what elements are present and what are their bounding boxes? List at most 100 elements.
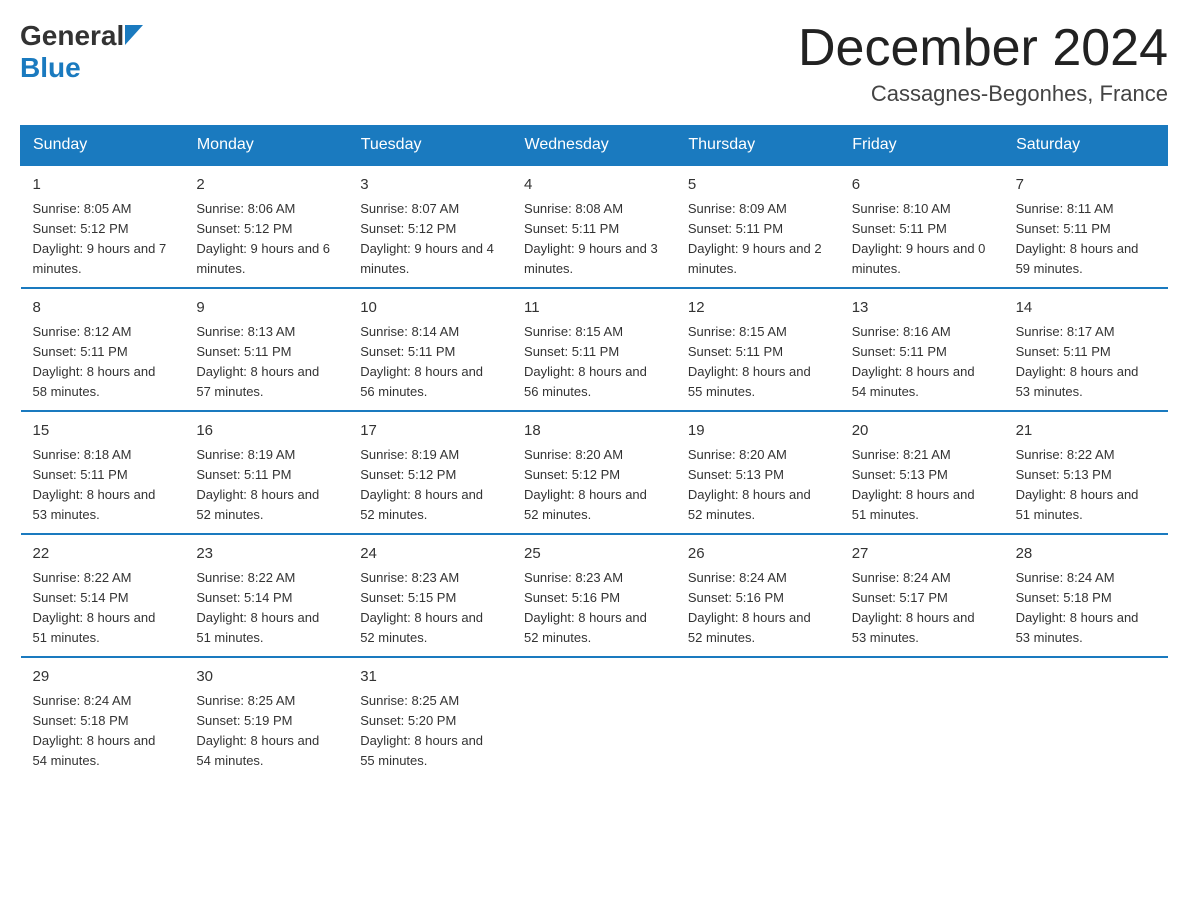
calendar-cell: 15Sunrise: 8:18 AMSunset: 5:11 PMDayligh… xyxy=(21,411,185,534)
day-info: Sunrise: 8:24 AMSunset: 5:18 PMDaylight:… xyxy=(33,691,173,772)
calendar-cell: 29Sunrise: 8:24 AMSunset: 5:18 PMDayligh… xyxy=(21,657,185,779)
calendar-cell: 19Sunrise: 8:20 AMSunset: 5:13 PMDayligh… xyxy=(676,411,840,534)
day-info: Sunrise: 8:19 AMSunset: 5:12 PMDaylight:… xyxy=(360,445,500,526)
title-section: December 2024 Cassagnes-Begonhes, France xyxy=(798,20,1168,107)
day-info: Sunrise: 8:18 AMSunset: 5:11 PMDaylight:… xyxy=(33,445,173,526)
day-info: Sunrise: 8:09 AMSunset: 5:11 PMDaylight:… xyxy=(688,199,828,280)
calendar-cell: 24Sunrise: 8:23 AMSunset: 5:15 PMDayligh… xyxy=(348,534,512,657)
day-number: 27 xyxy=(852,543,992,566)
day-number: 16 xyxy=(196,420,336,443)
day-info: Sunrise: 8:11 AMSunset: 5:11 PMDaylight:… xyxy=(1016,199,1156,280)
day-info: Sunrise: 8:23 AMSunset: 5:15 PMDaylight:… xyxy=(360,568,500,649)
day-number: 12 xyxy=(688,297,828,320)
location-title: Cassagnes-Begonhes, France xyxy=(798,81,1168,107)
day-info: Sunrise: 8:12 AMSunset: 5:11 PMDaylight:… xyxy=(33,322,173,403)
day-info: Sunrise: 8:22 AMSunset: 5:14 PMDaylight:… xyxy=(196,568,336,649)
day-info: Sunrise: 8:19 AMSunset: 5:11 PMDaylight:… xyxy=(196,445,336,526)
day-number: 30 xyxy=(196,666,336,689)
day-info: Sunrise: 8:08 AMSunset: 5:11 PMDaylight:… xyxy=(524,199,664,280)
calendar-header-row: SundayMondayTuesdayWednesdayThursdayFrid… xyxy=(21,126,1168,166)
calendar-cell: 5Sunrise: 8:09 AMSunset: 5:11 PMDaylight… xyxy=(676,165,840,288)
day-info: Sunrise: 8:20 AMSunset: 5:13 PMDaylight:… xyxy=(688,445,828,526)
calendar-cell: 30Sunrise: 8:25 AMSunset: 5:19 PMDayligh… xyxy=(184,657,348,779)
calendar-cell: 12Sunrise: 8:15 AMSunset: 5:11 PMDayligh… xyxy=(676,288,840,411)
logo-general-text: General xyxy=(20,20,124,52)
day-number: 26 xyxy=(688,543,828,566)
day-number: 2 xyxy=(196,174,336,197)
calendar-header-sunday: Sunday xyxy=(21,126,185,166)
calendar-table: SundayMondayTuesdayWednesdayThursdayFrid… xyxy=(20,125,1168,779)
calendar-cell: 3Sunrise: 8:07 AMSunset: 5:12 PMDaylight… xyxy=(348,165,512,288)
page-header: General Blue December 2024 Cassagnes-Beg… xyxy=(20,20,1168,107)
day-number: 25 xyxy=(524,543,664,566)
calendar-cell: 21Sunrise: 8:22 AMSunset: 5:13 PMDayligh… xyxy=(1004,411,1168,534)
calendar-cell: 7Sunrise: 8:11 AMSunset: 5:11 PMDaylight… xyxy=(1004,165,1168,288)
day-number: 29 xyxy=(33,666,173,689)
day-info: Sunrise: 8:14 AMSunset: 5:11 PMDaylight:… xyxy=(360,322,500,403)
day-number: 14 xyxy=(1016,297,1156,320)
calendar-header-saturday: Saturday xyxy=(1004,126,1168,166)
day-info: Sunrise: 8:20 AMSunset: 5:12 PMDaylight:… xyxy=(524,445,664,526)
day-number: 9 xyxy=(196,297,336,320)
day-number: 4 xyxy=(524,174,664,197)
calendar-cell: 13Sunrise: 8:16 AMSunset: 5:11 PMDayligh… xyxy=(840,288,1004,411)
day-info: Sunrise: 8:10 AMSunset: 5:11 PMDaylight:… xyxy=(852,199,992,280)
calendar-week-row: 1Sunrise: 8:05 AMSunset: 5:12 PMDaylight… xyxy=(21,165,1168,288)
day-info: Sunrise: 8:25 AMSunset: 5:19 PMDaylight:… xyxy=(196,691,336,772)
day-number: 5 xyxy=(688,174,828,197)
calendar-week-row: 29Sunrise: 8:24 AMSunset: 5:18 PMDayligh… xyxy=(21,657,1168,779)
day-info: Sunrise: 8:24 AMSunset: 5:18 PMDaylight:… xyxy=(1016,568,1156,649)
calendar-cell: 16Sunrise: 8:19 AMSunset: 5:11 PMDayligh… xyxy=(184,411,348,534)
calendar-cell xyxy=(676,657,840,779)
calendar-cell: 23Sunrise: 8:22 AMSunset: 5:14 PMDayligh… xyxy=(184,534,348,657)
calendar-cell: 22Sunrise: 8:22 AMSunset: 5:14 PMDayligh… xyxy=(21,534,185,657)
day-number: 21 xyxy=(1016,420,1156,443)
day-info: Sunrise: 8:07 AMSunset: 5:12 PMDaylight:… xyxy=(360,199,500,280)
day-number: 11 xyxy=(524,297,664,320)
calendar-cell: 25Sunrise: 8:23 AMSunset: 5:16 PMDayligh… xyxy=(512,534,676,657)
logo-arrow xyxy=(125,21,143,45)
day-number: 6 xyxy=(852,174,992,197)
calendar-week-row: 8Sunrise: 8:12 AMSunset: 5:11 PMDaylight… xyxy=(21,288,1168,411)
calendar-cell: 1Sunrise: 8:05 AMSunset: 5:12 PMDaylight… xyxy=(21,165,185,288)
day-info: Sunrise: 8:21 AMSunset: 5:13 PMDaylight:… xyxy=(852,445,992,526)
logo: General Blue xyxy=(20,20,143,84)
calendar-cell: 27Sunrise: 8:24 AMSunset: 5:17 PMDayligh… xyxy=(840,534,1004,657)
day-info: Sunrise: 8:25 AMSunset: 5:20 PMDaylight:… xyxy=(360,691,500,772)
month-title: December 2024 xyxy=(798,20,1168,77)
calendar-cell: 28Sunrise: 8:24 AMSunset: 5:18 PMDayligh… xyxy=(1004,534,1168,657)
day-info: Sunrise: 8:06 AMSunset: 5:12 PMDaylight:… xyxy=(196,199,336,280)
day-info: Sunrise: 8:17 AMSunset: 5:11 PMDaylight:… xyxy=(1016,322,1156,403)
calendar-cell: 14Sunrise: 8:17 AMSunset: 5:11 PMDayligh… xyxy=(1004,288,1168,411)
calendar-cell xyxy=(512,657,676,779)
day-info: Sunrise: 8:15 AMSunset: 5:11 PMDaylight:… xyxy=(688,322,828,403)
day-info: Sunrise: 8:13 AMSunset: 5:11 PMDaylight:… xyxy=(196,322,336,403)
day-number: 20 xyxy=(852,420,992,443)
day-number: 17 xyxy=(360,420,500,443)
calendar-cell: 4Sunrise: 8:08 AMSunset: 5:11 PMDaylight… xyxy=(512,165,676,288)
day-number: 24 xyxy=(360,543,500,566)
day-info: Sunrise: 8:15 AMSunset: 5:11 PMDaylight:… xyxy=(524,322,664,403)
calendar-week-row: 15Sunrise: 8:18 AMSunset: 5:11 PMDayligh… xyxy=(21,411,1168,534)
day-number: 7 xyxy=(1016,174,1156,197)
calendar-cell: 31Sunrise: 8:25 AMSunset: 5:20 PMDayligh… xyxy=(348,657,512,779)
calendar-cell: 11Sunrise: 8:15 AMSunset: 5:11 PMDayligh… xyxy=(512,288,676,411)
logo-blue-text: Blue xyxy=(20,52,81,83)
calendar-cell: 20Sunrise: 8:21 AMSunset: 5:13 PMDayligh… xyxy=(840,411,1004,534)
day-number: 18 xyxy=(524,420,664,443)
calendar-cell: 26Sunrise: 8:24 AMSunset: 5:16 PMDayligh… xyxy=(676,534,840,657)
calendar-header-thursday: Thursday xyxy=(676,126,840,166)
day-info: Sunrise: 8:16 AMSunset: 5:11 PMDaylight:… xyxy=(852,322,992,403)
calendar-cell: 8Sunrise: 8:12 AMSunset: 5:11 PMDaylight… xyxy=(21,288,185,411)
calendar-header-monday: Monday xyxy=(184,126,348,166)
day-info: Sunrise: 8:23 AMSunset: 5:16 PMDaylight:… xyxy=(524,568,664,649)
day-number: 8 xyxy=(33,297,173,320)
calendar-cell: 2Sunrise: 8:06 AMSunset: 5:12 PMDaylight… xyxy=(184,165,348,288)
calendar-cell: 9Sunrise: 8:13 AMSunset: 5:11 PMDaylight… xyxy=(184,288,348,411)
day-number: 28 xyxy=(1016,543,1156,566)
calendar-header-tuesday: Tuesday xyxy=(348,126,512,166)
calendar-header-wednesday: Wednesday xyxy=(512,126,676,166)
day-number: 1 xyxy=(33,174,173,197)
calendar-cell xyxy=(840,657,1004,779)
calendar-week-row: 22Sunrise: 8:22 AMSunset: 5:14 PMDayligh… xyxy=(21,534,1168,657)
